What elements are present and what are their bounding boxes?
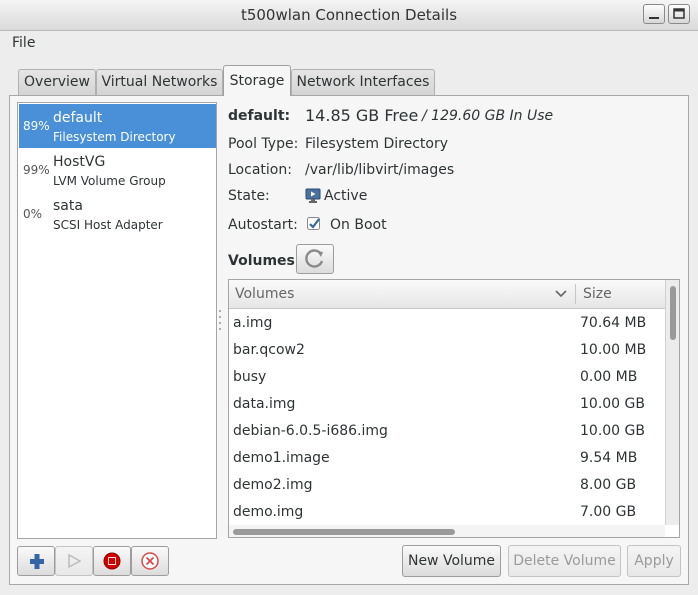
maximize-icon	[673, 8, 685, 19]
monitor-icon	[305, 188, 321, 203]
autostart-label: Autostart:	[228, 217, 298, 233]
apply-button[interactable]: Apply	[627, 545, 681, 577]
volume-name: demo2.img	[233, 477, 313, 493]
pool-item-hostvg[interactable]: 99% HostVG LVM Volume Group	[19, 148, 216, 192]
volume-size: 10.00 MB	[580, 342, 647, 358]
pool-detail-name: default:	[228, 108, 291, 124]
grip-icon	[219, 310, 221, 330]
pool-usage-percent: 0%	[23, 207, 43, 221]
pool-item-sata[interactable]: 0% sata SCSI Host Adapter	[19, 192, 216, 236]
delete-icon	[141, 552, 159, 570]
volume-name: debian-6.0.5-i686.img	[233, 423, 388, 439]
volume-name: demo.img	[233, 504, 304, 520]
table-row[interactable]: bar.qcow2 10.00 MB	[229, 336, 665, 363]
vertical-scrollbar[interactable]	[665, 280, 679, 525]
add-pool-button[interactable]	[17, 546, 55, 576]
table-row[interactable]: a.img 70.64 MB	[229, 309, 665, 336]
table-row[interactable]: busy 0.00 MB	[229, 363, 665, 390]
volume-name: busy	[233, 369, 267, 385]
minimize-icon	[649, 17, 659, 19]
tab-storage[interactable]: Storage	[223, 65, 291, 96]
chevron-down-icon[interactable]	[555, 290, 567, 298]
menu-bar: File	[0, 31, 698, 55]
table-row[interactable]: demo.img 7.00 GB	[229, 498, 665, 525]
pane-splitter-handle[interactable]	[218, 308, 222, 332]
refresh-volumes-button[interactable]	[296, 244, 334, 274]
autostart-checkbox[interactable]	[306, 216, 322, 232]
volume-size: 9.54 MB	[580, 450, 638, 466]
new-volume-button[interactable]: New Volume	[402, 545, 501, 577]
pool-free-space: 14.85 GB Free	[305, 106, 419, 125]
location-label: Location:	[228, 162, 292, 178]
play-icon	[68, 553, 82, 569]
delete-pool-button[interactable]	[131, 546, 169, 576]
refresh-icon	[305, 249, 324, 268]
plus-icon	[30, 554, 44, 569]
table-row[interactable]: debian-6.0.5-i686.img 10.00 GB	[229, 417, 665, 444]
tab-overview[interactable]: Overview	[18, 69, 96, 95]
pool-type-label: Pool Type:	[228, 136, 299, 152]
checkmark-icon	[307, 217, 320, 230]
horizontal-scrollbar-thumb[interactable]	[233, 529, 455, 535]
volume-name: a.img	[233, 315, 273, 331]
volume-size: 0.00 MB	[580, 369, 638, 385]
volume-size: 7.00 GB	[580, 504, 637, 520]
pool-list[interactable]: 89% default Filesystem Directory 99% Hos…	[17, 102, 217, 539]
pool-type: SCSI Host Adapter	[53, 218, 163, 232]
volume-name: data.img	[233, 396, 296, 412]
table-row[interactable]: data.img 10.00 GB	[229, 390, 665, 417]
autostart-value: On Boot	[330, 217, 387, 233]
pool-name: default	[53, 110, 103, 126]
column-divider	[575, 284, 576, 304]
menu-file[interactable]: File	[12, 35, 35, 51]
pool-name: HostVG	[53, 154, 106, 170]
column-header-volumes[interactable]: Volumes	[235, 286, 294, 302]
title-bar: t500wlan Connection Details	[0, 0, 698, 31]
pool-item-default[interactable]: 89% default Filesystem Directory	[19, 104, 216, 148]
tab-virtual-networks[interactable]: Virtual Networks	[96, 69, 223, 95]
stop-pool-button[interactable]	[93, 546, 131, 576]
tab-network-interfaces[interactable]: Network Interfaces	[291, 69, 435, 95]
location-value: /var/lib/libvirt/images	[305, 162, 455, 178]
table-row[interactable]: demo2.img 8.00 GB	[229, 471, 665, 498]
table-row[interactable]: demo1.image 9.54 MB	[229, 444, 665, 471]
pool-type: LVM Volume Group	[53, 174, 166, 188]
volume-name: demo1.image	[233, 450, 330, 466]
minimize-button[interactable]	[643, 4, 665, 24]
column-header-size[interactable]: Size	[583, 286, 612, 302]
pool-usage-percent: 89%	[23, 119, 50, 133]
volume-size: 10.00 GB	[580, 396, 645, 412]
pool-type: Filesystem Directory	[53, 130, 176, 144]
volume-size: 70.64 MB	[580, 315, 647, 331]
volumes-table-header: Volumes Size	[229, 280, 665, 309]
stop-icon	[103, 552, 121, 570]
state-value: Active	[324, 188, 368, 204]
volumes-table[interactable]: Volumes Size a.img 70.64 MB bar.qcow2 10…	[228, 279, 680, 538]
window-title: t500wlan Connection Details	[240, 6, 458, 24]
pool-in-use: / 129.60 GB In Use	[422, 108, 554, 124]
horizontal-scrollbar[interactable]	[229, 525, 665, 537]
volumes-heading: Volumes	[228, 253, 295, 269]
maximize-button[interactable]	[668, 4, 690, 24]
pool-type-value: Filesystem Directory	[305, 136, 449, 152]
start-pool-button[interactable]	[55, 546, 93, 576]
pool-usage-percent: 99%	[23, 163, 50, 177]
state-label: State:	[228, 188, 270, 204]
pool-name: sata	[53, 198, 83, 214]
delete-volume-button[interactable]: Delete Volume	[508, 545, 621, 577]
volume-size: 10.00 GB	[580, 423, 645, 439]
volume-name: bar.qcow2	[233, 342, 305, 358]
volume-size: 8.00 GB	[580, 477, 637, 493]
vertical-scrollbar-thumb[interactable]	[670, 286, 676, 340]
